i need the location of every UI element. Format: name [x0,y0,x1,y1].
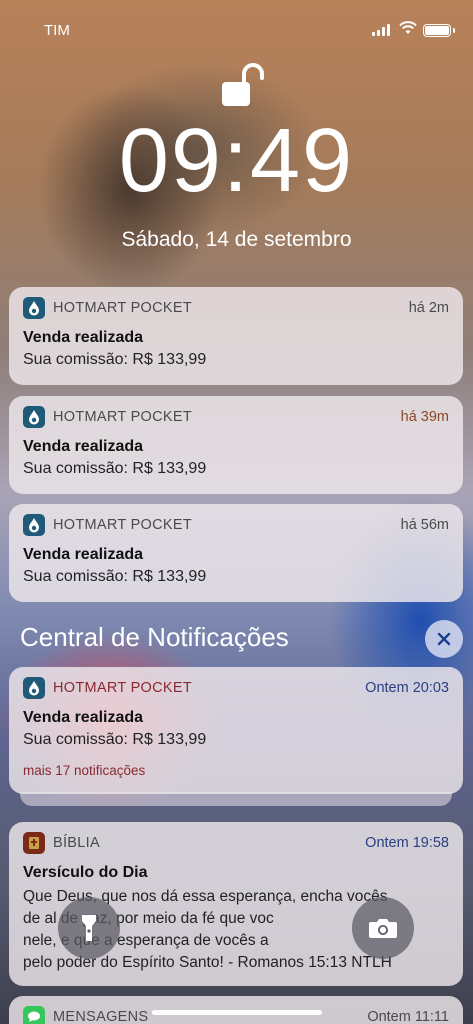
notification-card[interactable]: HOTMART POCKET há 2m Venda realizada Sua… [9,287,463,385]
notification-center-title: Central de Notificações [20,622,289,652]
notification-app-name: BÍBLIA [53,835,100,851]
grouped-notification-card[interactable]: HOTMART POCKET Ontem 20:03 Venda realiza… [9,667,463,794]
home-indicator[interactable] [152,1010,322,1015]
messages-app-icon [23,1006,45,1024]
clock-time: 09:49 [118,111,355,211]
notification-title: Venda realizada [23,709,144,726]
notification-card[interactable]: HOTMART POCKET há 56m Venda realizada Su… [9,504,463,602]
notification-time: Ontem 11:11 [367,1009,449,1024]
wifi-icon [399,21,417,34]
notification-body: Sua comissão: R$ 133,99 [23,568,207,585]
notification-title: Versículo do Dia [23,864,148,881]
hotmart-app-icon [23,514,45,536]
battery-icon [423,24,455,37]
notification-app-name: HOTMART POCKET [53,409,193,425]
flashlight-button[interactable] [58,897,120,959]
notification-title: Venda realizada [23,329,144,346]
notification-title: Venda realizada [23,438,144,455]
hotmart-app-icon [23,297,45,319]
clock-date: Sábado, 14 de setembro [121,228,352,251]
notification-time: há 2m [408,300,449,316]
notification-app-name: HOTMART POCKET [53,300,193,316]
notification-body: Sua comissão: R$ 133,99 [23,460,207,477]
clear-notifications-button[interactable] [425,620,463,658]
notification-time: há 39m [400,409,449,425]
flashlight-icon [82,915,96,941]
camera-button[interactable] [352,897,414,959]
notification-time: Ontem 20:03 [365,680,449,696]
notification-title: Venda realizada [23,546,144,563]
notification-body: Sua comissão: R$ 133,99 [23,351,207,368]
notification-app-name: MENSAGENS [53,1009,149,1024]
close-icon [437,632,451,646]
hotmart-app-icon [23,677,45,699]
notification-app-name: HOTMART POCKET [53,517,193,533]
notification-stack-edge [20,792,452,806]
status-bar: TIM [0,0,473,52]
notification-time: Ontem 19:58 [365,835,449,851]
more-notifications-label[interactable]: mais 17 notificações [23,763,145,778]
notification-card[interactable]: HOTMART POCKET há 39m Venda realizada Su… [9,396,463,494]
notification-time: há 56m [400,517,449,533]
signal-icon [372,24,392,36]
hotmart-app-icon [23,406,45,428]
notification-body: Sua comissão: R$ 133,99 [23,731,207,748]
carrier-label: TIM [44,22,70,39]
unlocked-padlock-icon [222,63,264,106]
bible-app-icon [23,832,45,854]
camera-icon [369,919,397,938]
notification-app-name: HOTMART POCKET [53,680,193,696]
